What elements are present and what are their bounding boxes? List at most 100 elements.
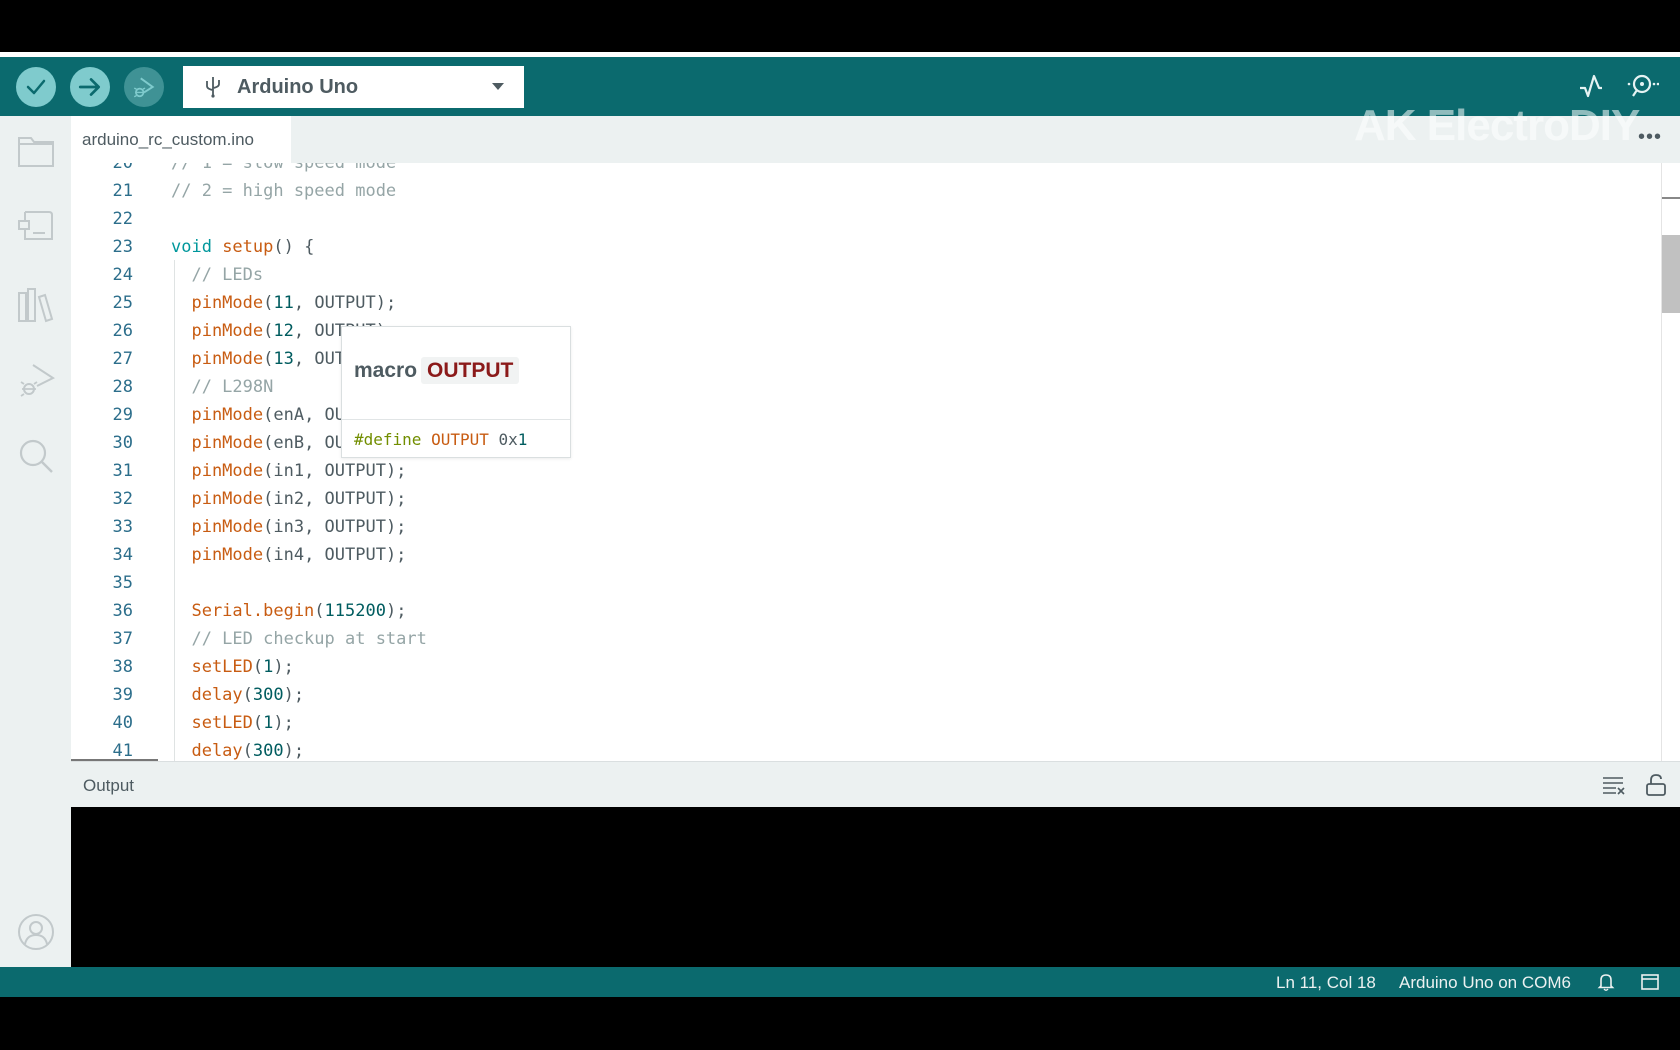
board-port-status[interactable]: Arduino Uno on COM6 [1399, 973, 1571, 993]
code-token: () { [273, 237, 315, 257]
code-token: ( [242, 741, 253, 761]
bell-icon[interactable] [1596, 972, 1616, 992]
code-line[interactable]: 28 // L298N [71, 373, 1661, 401]
code-token: (in3, OUTPUT); [263, 517, 407, 537]
more-options-button[interactable]: ••• [1638, 126, 1662, 149]
indent-guide [174, 260, 175, 761]
line-code: // L298N [171, 373, 273, 401]
scroll-lock-button[interactable] [1643, 772, 1669, 798]
line-number: 36 [112, 601, 133, 621]
code-line[interactable]: 25 pinMode(11, OUTPUT); [71, 289, 1661, 317]
code-token: pinMode [171, 461, 264, 481]
board-icon [18, 211, 53, 240]
code-token: 115200 [324, 601, 386, 621]
code-token: // 1 = slow speed mode [171, 163, 397, 173]
sidebar-item-sketchbook[interactable] [16, 131, 56, 171]
code-line[interactable]: 27 pinMode(13, OUTPUT); [71, 345, 1661, 373]
code-token: ); [385, 601, 407, 621]
clear-output-button[interactable] [1601, 772, 1627, 798]
tooltip-symbol: OUTPUT [421, 357, 520, 384]
code-line[interactable]: 30 pinMode(enB, OUTPUT); [71, 429, 1661, 457]
profile-button[interactable] [16, 912, 56, 952]
hover-tooltip: macro OUTPUT #define OUTPUT 0x1 [341, 326, 571, 458]
folder-icon [18, 137, 54, 167]
code-token: ( [263, 293, 274, 313]
sidebar-item-search[interactable] [16, 436, 56, 476]
toggle-panel-icon[interactable] [1640, 972, 1660, 992]
code-token: 12 [273, 321, 294, 341]
line-code: setLED(1); [171, 709, 294, 737]
code-line[interactable]: 33 pinMode(in3, OUTPUT); [71, 513, 1661, 541]
serial-plotter-button[interactable] [1573, 68, 1609, 104]
code-line[interactable]: 26 pinMode(12, OUTPUT); [71, 317, 1661, 345]
line-number: 20 [112, 163, 133, 173]
code-line[interactable]: 21 // 2 = high speed mode [71, 177, 1661, 205]
serial-monitor-button[interactable] [1624, 68, 1660, 104]
toolbar: Arduino Uno [0, 57, 1680, 116]
unlock-icon [1646, 774, 1666, 796]
code-line[interactable]: 38 setLED(1); [71, 653, 1661, 681]
debug-button[interactable] [124, 67, 164, 107]
code-line[interactable]: 22 [71, 205, 1661, 233]
code-line[interactable]: 34 pinMode(in4, OUTPUT); [71, 541, 1661, 569]
upload-button[interactable] [70, 67, 110, 107]
serial-plotter-icon [1580, 74, 1602, 98]
cursor-position[interactable]: Ln 11, Col 18 [1276, 973, 1376, 993]
line-number: 41 [112, 741, 133, 761]
clear-output-icon [1603, 777, 1625, 795]
code-line[interactable]: 20 // 1 = slow speed mode [71, 163, 1661, 177]
code-token: ( [314, 601, 325, 621]
code-lines: 20 // 1 = slow speed mode 21 // 2 = high sp… [71, 163, 1661, 761]
tooltip-definition: #define OUTPUT 0x1 [342, 420, 570, 449]
output-console[interactable] [71, 807, 1680, 967]
debug-icon [133, 77, 155, 98]
tab-arduino-rc-custom[interactable]: arduino_rc_custom.ino [71, 116, 291, 163]
line-number: 28 [112, 377, 133, 397]
line-code: pinMode(in3, OUTPUT); [171, 513, 406, 541]
code-token: 1 [263, 713, 274, 733]
arrow-right-icon [78, 78, 101, 96]
code-line[interactable]: 37 // LED checkup at start [71, 625, 1661, 653]
verify-button[interactable] [16, 67, 56, 107]
line-number: 25 [112, 293, 133, 313]
define-value-prefix: 0x [498, 430, 518, 449]
code-token: ); [273, 657, 294, 677]
code-line[interactable]: 39 delay(300); [71, 681, 1661, 709]
board-selector[interactable]: Arduino Uno [183, 66, 524, 108]
sidebar-item-library-manager[interactable] [16, 284, 56, 324]
code-token: 300 [252, 685, 284, 705]
line-code: // LED checkup at start [171, 625, 426, 653]
vertical-scrollbar[interactable] [1661, 163, 1680, 761]
code-line[interactable]: 35 [71, 569, 1661, 597]
code-line[interactable]: 32 pinMode(in2, OUTPUT); [71, 485, 1661, 513]
code-token: ( [263, 321, 274, 341]
line-number: 37 [112, 629, 133, 649]
code-token: void [171, 237, 223, 257]
scrollbar-thumb[interactable] [1662, 235, 1680, 313]
line-number: 39 [112, 685, 133, 705]
line-number: 35 [112, 573, 133, 593]
line-code: delay(300); [171, 681, 304, 709]
code-line[interactable]: 31 pinMode(in1, OUTPUT); [71, 457, 1661, 485]
sidebar-item-debug[interactable] [16, 360, 56, 400]
line-number: 29 [112, 405, 133, 425]
code-token: pinMode [171, 293, 264, 313]
code-token: ( [252, 657, 264, 677]
sidebar-item-boards-manager[interactable] [16, 206, 56, 246]
define-keyword: #define [354, 430, 422, 449]
code-line[interactable]: 41 delay(300); [71, 737, 1661, 761]
code-line[interactable]: 40 setLED(1); [71, 709, 1661, 737]
code-line[interactable]: 23 void setup() { [71, 233, 1661, 261]
code-token: ); [273, 713, 294, 733]
line-code: void setup() { [171, 233, 314, 261]
code-line[interactable]: 29 pinMode(enA, OUTPUT); [71, 401, 1661, 429]
define-value-digit: 1 [517, 430, 528, 449]
code-line[interactable]: 36 Serial.begin(115200); [71, 597, 1661, 625]
editor-tabbar: arduino_rc_custom.ino AK ElectroDIY ••• [71, 101, 1680, 163]
profile-icon [18, 914, 54, 950]
check-icon [26, 79, 46, 95]
code-token: 300 [252, 741, 284, 761]
code-token: pinMode [171, 349, 264, 369]
code-line[interactable]: 24 // LEDs [71, 261, 1661, 289]
code-editor[interactable]: 20 // 1 = slow speed mode 21 // 2 = high sp… [71, 163, 1680, 761]
